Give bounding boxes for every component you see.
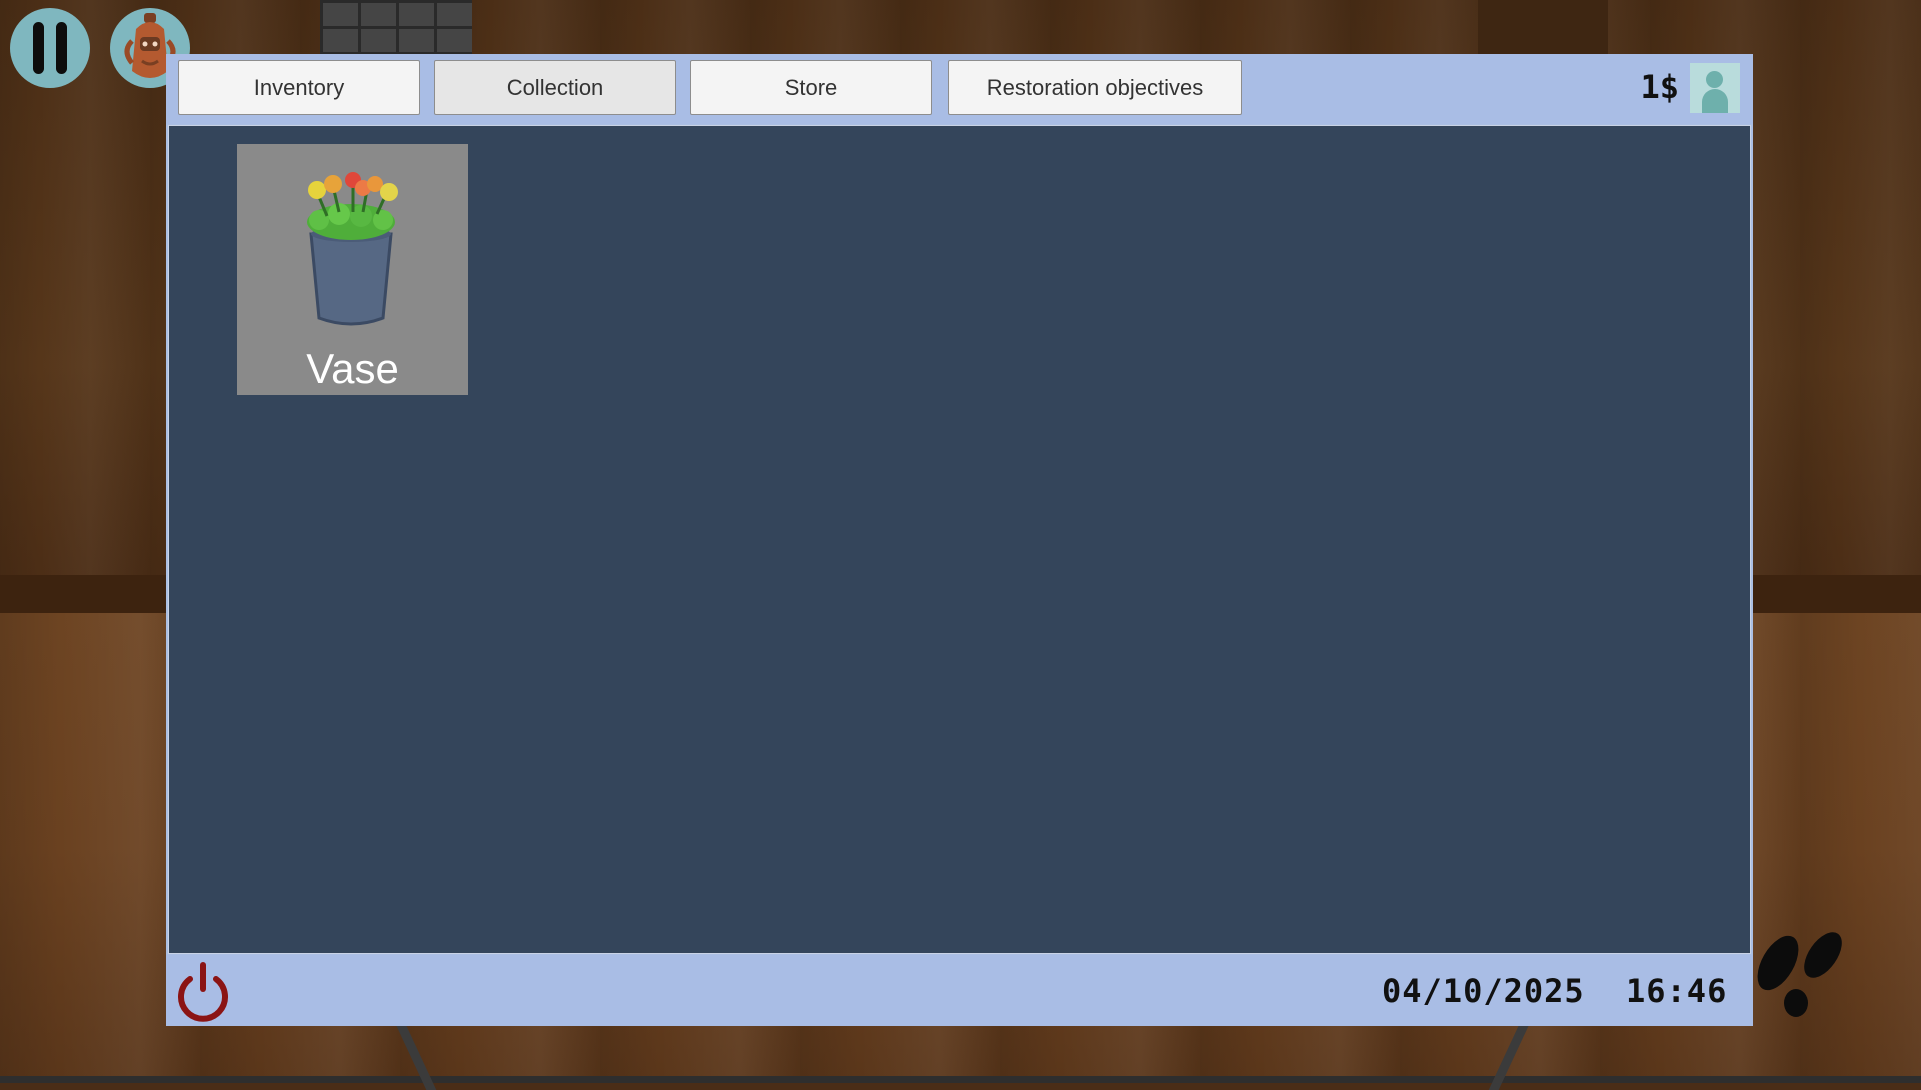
flower-vase-icon [307, 172, 398, 326]
background-stone-wall [320, 0, 472, 54]
footprints-icon[interactable] [1748, 925, 1858, 1025]
window-bottom-bar: 04/10/2025 16:46 [166, 955, 1753, 1026]
money-balance: 1$ [1640, 68, 1679, 106]
tab-inventory[interactable]: Inventory [178, 60, 420, 115]
user-icon[interactable] [1690, 63, 1740, 113]
item-label: Vase [306, 345, 399, 392]
background-doorway [1478, 0, 1608, 54]
tab-collection[interactable]: Collection [434, 60, 676, 115]
computer-window: Inventory Collection Store Restoration o… [166, 54, 1753, 1026]
tab-restoration-objectives[interactable]: Restoration objectives [948, 60, 1242, 115]
tab-store[interactable]: Store [690, 60, 932, 115]
collection-item-vase[interactable]: Vase [237, 144, 468, 395]
window-top-bar: Inventory Collection Store Restoration o… [166, 54, 1753, 124]
power-icon[interactable] [174, 961, 232, 1023]
pause-icon [27, 22, 73, 74]
clock-display: 16:46 [1626, 972, 1728, 1010]
date-display: 04/10/2025 [1382, 972, 1585, 1010]
background-floor-edge [0, 1076, 1921, 1083]
pause-button[interactable] [10, 8, 90, 88]
collection-panel: Vase [168, 125, 1751, 954]
